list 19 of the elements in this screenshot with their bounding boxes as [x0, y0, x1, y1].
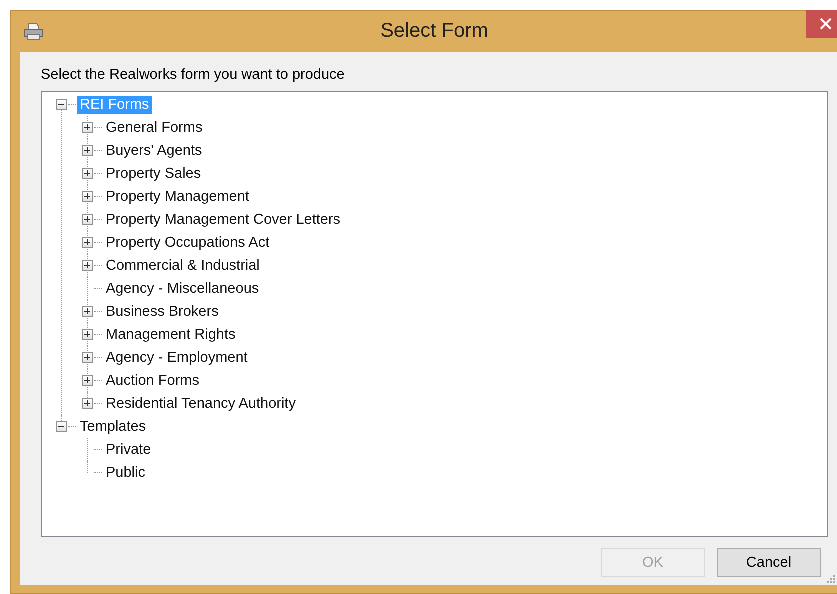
tree-item[interactable]: Management Rights — [103, 326, 239, 344]
tree-item[interactable]: Private — [103, 440, 154, 458]
tree-item[interactable]: Agency - Employment — [103, 348, 251, 366]
tree-item[interactable]: Templates — [77, 418, 150, 436]
tree-item[interactable]: Property Management — [103, 188, 252, 206]
tree-item[interactable]: Property Management Cover Letters — [103, 210, 344, 228]
tree-item[interactable]: Property Sales — [103, 164, 204, 182]
tree-item[interactable]: Business Brokers — [103, 302, 222, 320]
tree-item[interactable]: Agency - Miscellaneous — [103, 280, 262, 298]
tree-item[interactable]: Public — [103, 464, 148, 482]
tree-item[interactable]: Commercial & Industrial — [103, 256, 263, 274]
tree-item[interactable]: Property Occupations Act — [103, 234, 273, 252]
instruction-text: Select the Realworks form you want to produce — [41, 67, 346, 85]
cancel-button[interactable]: Cancel — [717, 548, 821, 577]
window-title: Select Form — [380, 20, 488, 43]
tree-item[interactable]: Buyers' Agents — [103, 142, 206, 160]
tree-item[interactable]: General Forms — [103, 118, 206, 136]
tree-item[interactable]: Residential Tenancy Authority — [103, 394, 299, 412]
tree-item[interactable]: Auction Forms — [103, 372, 202, 390]
